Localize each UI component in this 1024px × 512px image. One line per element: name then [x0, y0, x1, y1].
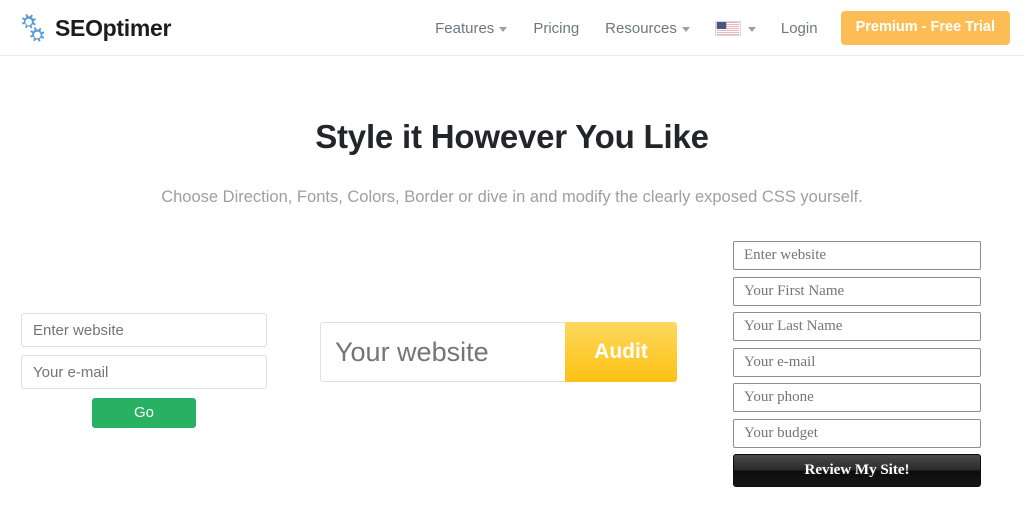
gears-logo-icon — [14, 11, 48, 45]
review-my-site-button[interactable]: Review My Site! — [733, 454, 981, 487]
right-form-last-name-input[interactable] — [733, 312, 981, 341]
chevron-down-icon — [748, 27, 756, 32]
left-form-email-input[interactable] — [21, 355, 267, 389]
language-selector[interactable] — [703, 21, 768, 36]
chevron-down-icon — [682, 27, 690, 32]
nav-item-features-label: Features — [435, 20, 494, 37]
us-flag-icon — [715, 21, 741, 36]
right-form-email-input[interactable] — [733, 348, 981, 377]
login-link[interactable]: Login — [768, 20, 831, 37]
site-header: SEOptimer Features Pricing Resources — [0, 0, 1024, 56]
nav-item-pricing[interactable]: Pricing — [520, 20, 592, 37]
brand-logo-link[interactable]: SEOptimer — [14, 10, 171, 46]
left-form-website-input[interactable] — [21, 313, 267, 347]
nav-item-resources-label: Resources — [605, 20, 677, 37]
nav-item-resources[interactable]: Resources — [592, 20, 703, 37]
left-signup-form: Go — [21, 313, 267, 428]
page-subtitle: Choose Direction, Fonts, Colors, Border … — [0, 188, 1024, 207]
page-title: Style it However You Like — [0, 118, 1024, 156]
middle-audit-form: Audit — [320, 322, 677, 382]
right-form-first-name-input[interactable] — [733, 277, 981, 306]
audit-button[interactable]: Audit — [565, 322, 677, 382]
right-lead-form: Review My Site! — [733, 241, 981, 487]
audit-website-input[interactable] — [320, 322, 565, 382]
main-navigation: Features Pricing Resources — [422, 0, 1010, 56]
premium-free-trial-button[interactable]: Premium - Free Trial — [841, 11, 1010, 45]
nav-item-pricing-label: Pricing — [533, 20, 579, 37]
login-label: Login — [781, 20, 818, 37]
right-form-phone-input[interactable] — [733, 383, 981, 412]
right-form-website-input[interactable] — [733, 241, 981, 270]
left-form-go-button[interactable]: Go — [92, 398, 196, 428]
chevron-down-icon — [499, 27, 507, 32]
brand-name: SEOptimer — [55, 17, 171, 40]
nav-item-features[interactable]: Features — [422, 20, 520, 37]
right-form-budget-input[interactable] — [733, 419, 981, 448]
premium-free-trial-label: Premium - Free Trial — [856, 19, 995, 35]
